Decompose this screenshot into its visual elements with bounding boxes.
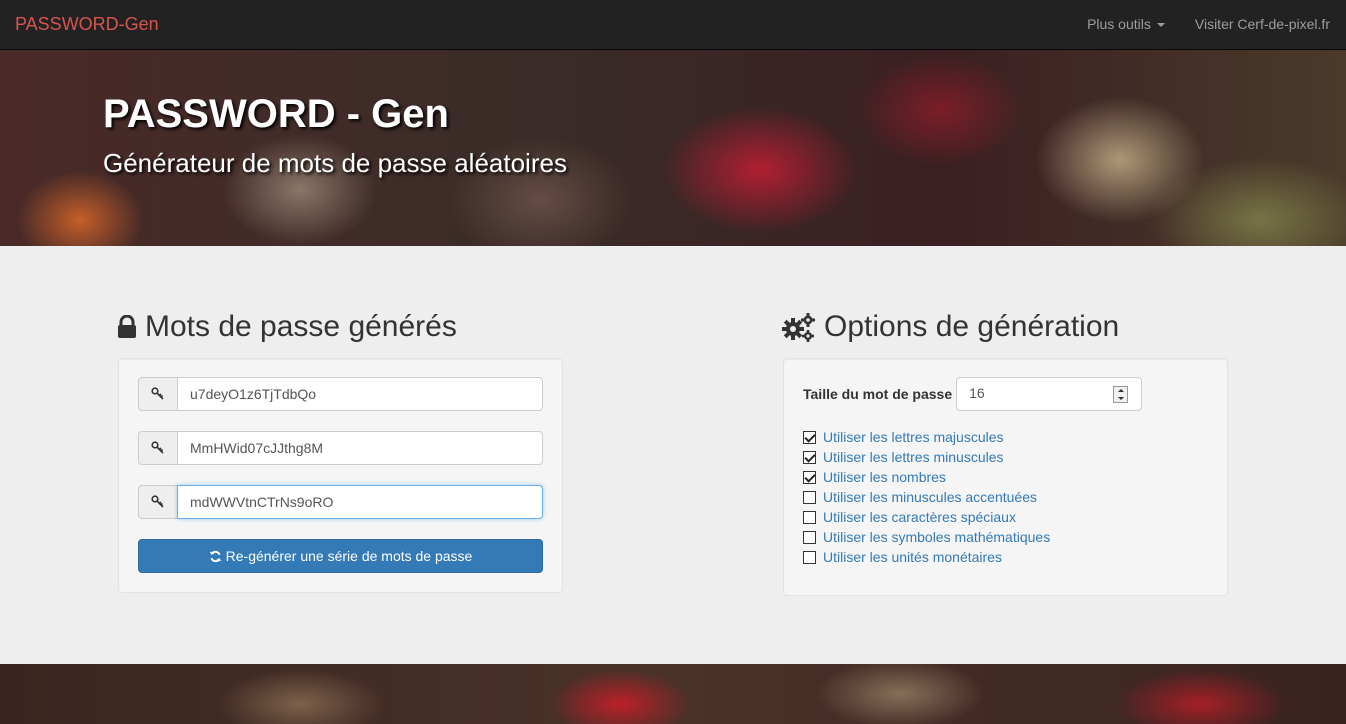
option-label[interactable]: Utiliser les unités monétaires <box>823 549 1002 565</box>
checkbox-lowercase[interactable] <box>803 450 816 464</box>
size-number-input[interactable]: 16 <box>956 377 1143 411</box>
option-lowercase[interactable]: Utiliser les lettres minuscules <box>803 447 1050 467</box>
option-label[interactable]: Utiliser les nombres <box>823 469 946 485</box>
password-field-2[interactable] <box>177 431 543 465</box>
checkbox-numbers[interactable] <box>803 470 816 484</box>
options-heading: Options de génération <box>782 310 1119 344</box>
option-numbers[interactable]: Utiliser les nombres <box>803 467 1050 487</box>
key-icon <box>138 377 177 411</box>
size-label: Taille du mot de passe <box>803 386 953 402</box>
option-currency[interactable]: Utiliser les unités monétaires <box>803 547 1050 567</box>
more-tools-dropdown[interactable]: Plus outils <box>1087 16 1165 32</box>
footer-banner <box>0 664 1346 724</box>
nav-right: Plus outils Visiter Cerf-de-pixel.fr <box>1087 16 1330 32</box>
options-section: Options de génération <box>782 310 1119 344</box>
options-checkbox-list: Utiliser les lettres majuscules Utiliser… <box>803 427 1050 567</box>
refresh-icon <box>209 550 221 562</box>
regenerate-button[interactable]: Re-générer une série de mots de passe <box>138 539 543 573</box>
option-label[interactable]: Utiliser les symboles mathématiques <box>823 529 1050 545</box>
passwords-heading: Mots de passe générés <box>117 310 457 344</box>
passwords-panel: Re-générer une série de mots de passe <box>118 358 563 593</box>
spinner-down-icon[interactable] <box>1117 396 1124 400</box>
checkbox-special-chars[interactable] <box>803 510 816 524</box>
hero-subtitle: Générateur de mots de passe aléatoires <box>103 148 567 178</box>
navbar: PASSWORD-Gen Plus outils Visiter Cerf-de… <box>0 0 1346 50</box>
checkbox-accented[interactable] <box>803 490 816 504</box>
checkbox-currency[interactable] <box>803 550 816 564</box>
checkbox-uppercase[interactable] <box>803 430 816 444</box>
brand-link[interactable]: PASSWORD-Gen <box>15 14 159 35</box>
visit-site-link[interactable]: Visiter Cerf-de-pixel.fr <box>1195 16 1330 32</box>
key-icon <box>138 485 177 519</box>
password-group-2 <box>138 431 543 465</box>
options-heading-text: Options de génération <box>824 310 1120 343</box>
hero-title: PASSWORD - Gen <box>103 92 449 136</box>
option-special-chars[interactable]: Utiliser les caractères spéciaux <box>803 507 1050 527</box>
key-icon <box>138 431 177 465</box>
password-group-1 <box>138 377 543 411</box>
spinner-up-icon[interactable] <box>1117 389 1124 393</box>
option-label[interactable]: Utiliser les caractères spéciaux <box>823 509 1016 525</box>
option-label[interactable]: Utiliser les lettres majuscules <box>823 429 1004 445</box>
option-label[interactable]: Utiliser les minuscules accentuées <box>823 489 1037 505</box>
more-tools-label: Plus outils <box>1087 16 1151 32</box>
password-group-3 <box>138 485 543 519</box>
caret-down-icon <box>1156 23 1165 28</box>
option-accented[interactable]: Utiliser les minuscules accentuées <box>803 487 1050 507</box>
password-field-3[interactable] <box>177 485 543 519</box>
option-math-symbols[interactable]: Utiliser les symboles mathématiques <box>803 527 1050 547</box>
size-value: 16 <box>969 385 985 401</box>
lock-icon <box>118 315 136 338</box>
passwords-section: Mots de passe générés <box>117 310 457 344</box>
hero-banner: PASSWORD - Gen Générateur de mots de pas… <box>0 50 1346 246</box>
option-label[interactable]: Utiliser les lettres minuscules <box>823 449 1004 465</box>
size-row: Taille du mot de passe 16 <box>803 377 1143 411</box>
gears-icon <box>782 313 815 342</box>
size-spinner[interactable] <box>1113 386 1129 403</box>
regenerate-label: Re-générer une série de mots de passe <box>225 548 473 564</box>
options-panel: Taille du mot de passe 16 Utiliser les l… <box>783 358 1228 596</box>
checkbox-math-symbols[interactable] <box>803 530 816 544</box>
option-uppercase[interactable]: Utiliser les lettres majuscules <box>803 427 1050 447</box>
password-field-1[interactable] <box>177 377 543 411</box>
passwords-heading-text: Mots de passe générés <box>145 310 457 343</box>
